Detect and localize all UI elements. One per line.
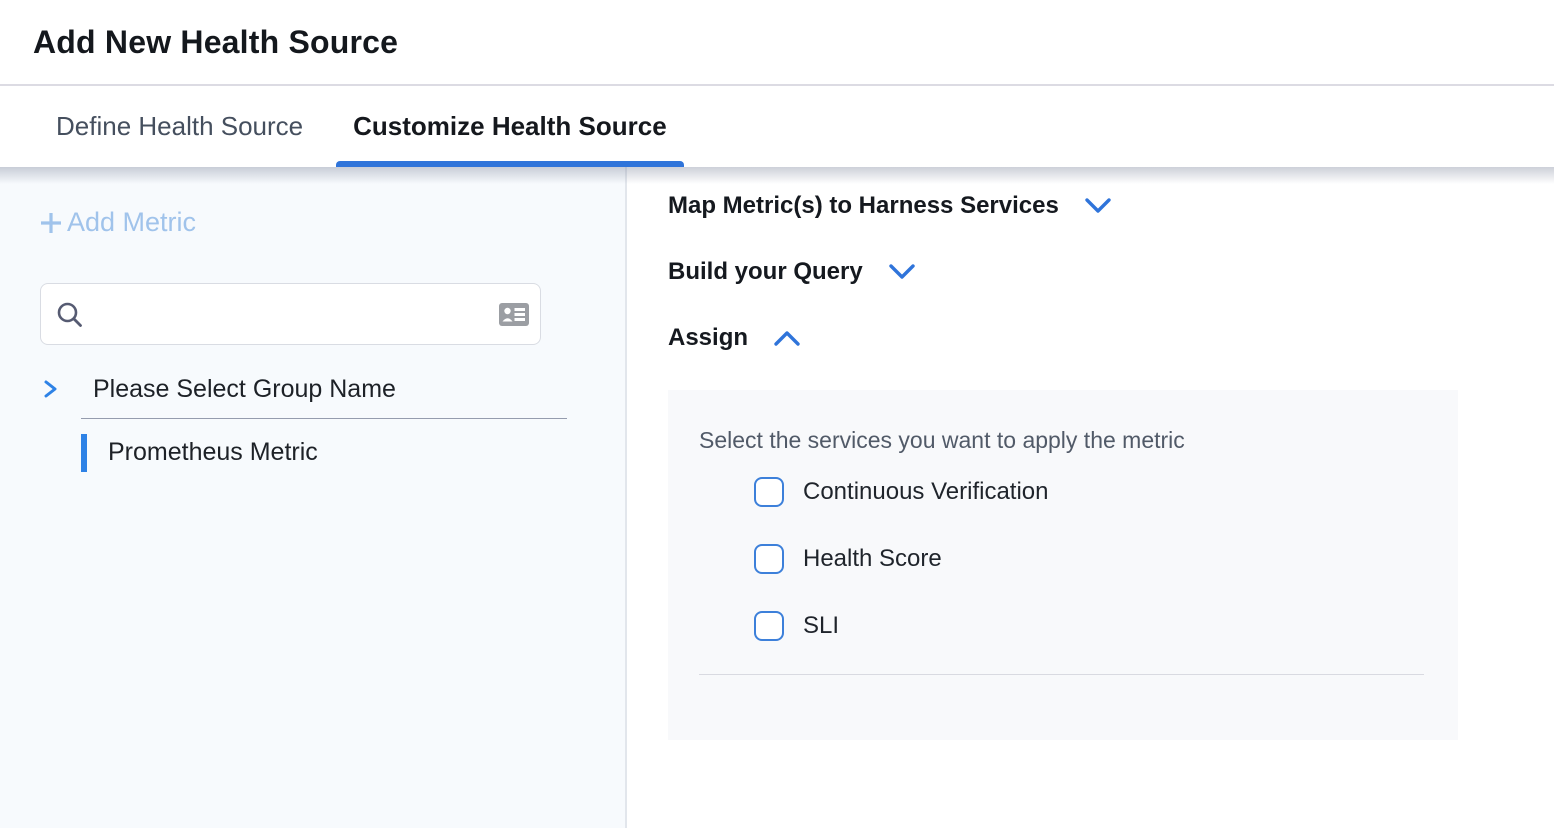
chevron-right-icon: [42, 377, 59, 401]
group-name-expander[interactable]: Please Select Group Name: [42, 375, 625, 404]
section-map-metrics[interactable]: Map Metric(s) to Harness Services: [668, 192, 1554, 220]
customize-health-source-panel: Map Metric(s) to Harness Services Build …: [627, 167, 1554, 828]
add-metric-label: Add Metric: [67, 207, 196, 238]
option-label: Health Score: [803, 545, 942, 573]
assign-prompt: Select the services you want to apply th…: [699, 427, 1458, 454]
page-title: Add New Health Source: [33, 24, 398, 61]
contact-card-icon[interactable]: [499, 303, 529, 326]
selected-metric-indicator: [81, 434, 87, 472]
option-label: Continuous Verification: [803, 478, 1048, 506]
plus-icon: [38, 210, 64, 236]
chevron-down-icon: [887, 262, 917, 282]
add-metric-button[interactable]: Add Metric: [38, 207, 196, 238]
health-score-checkbox[interactable]: [754, 544, 784, 574]
continuous-verification-checkbox[interactable]: [754, 477, 784, 507]
metric-list-item-prometheus[interactable]: Prometheus Metric: [81, 434, 625, 472]
chevron-up-icon: [772, 328, 802, 348]
search-input[interactable]: [40, 283, 541, 345]
assign-services-panel: Select the services you want to apply th…: [668, 390, 1458, 740]
metric-item-label: Prometheus Metric: [108, 438, 318, 467]
search-icon: [55, 300, 85, 330]
section-label: Map Metric(s) to Harness Services: [668, 192, 1059, 220]
section-label: Build your Query: [668, 258, 863, 286]
tab-label: Define Health Source: [56, 111, 303, 142]
group-name-label: Please Select Group Name: [93, 375, 396, 404]
content-area: Add Metric Please Select Group Name: [0, 167, 1554, 828]
section-assign[interactable]: Assign: [668, 324, 1554, 352]
page-header: Add New Health Source: [0, 0, 1554, 86]
tab-define-health-source[interactable]: Define Health Source: [39, 86, 320, 167]
assign-panel-divider: [699, 674, 1424, 675]
tab-label: Customize Health Source: [353, 111, 667, 142]
metrics-sidebar: Add Metric Please Select Group Name: [0, 167, 627, 828]
metric-search-box: [40, 283, 541, 345]
option-label: SLI: [803, 612, 839, 640]
group-divider: [81, 418, 567, 419]
option-row-continuous-verification[interactable]: Continuous Verification: [754, 477, 1458, 507]
sli-checkbox[interactable]: [754, 611, 784, 641]
chevron-down-icon: [1083, 196, 1113, 216]
section-label: Assign: [668, 324, 748, 352]
option-row-health-score[interactable]: Health Score: [754, 544, 1458, 574]
tab-customize-health-source[interactable]: Customize Health Source: [336, 86, 684, 167]
section-build-your-query[interactable]: Build your Query: [668, 258, 1554, 286]
active-tab-underline: [336, 161, 684, 167]
option-row-sli[interactable]: SLI: [754, 611, 1458, 641]
tab-bar: Define Health Source Customize Health So…: [0, 86, 1554, 167]
